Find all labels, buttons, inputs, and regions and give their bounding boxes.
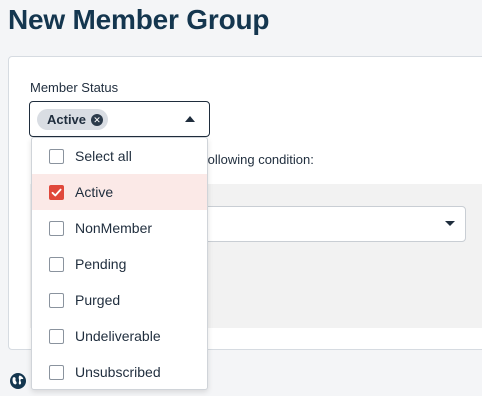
option-select-all[interactable]: Select all [32,138,207,174]
option-nonmember[interactable]: NonMember [32,210,207,246]
option-label: Select all [75,148,132,164]
option-label: Undeliverable [75,328,161,344]
status-chip: Active ✕ [37,109,109,130]
checkmark-icon [51,188,62,196]
option-undeliverable[interactable]: Undeliverable [32,318,207,354]
member-status-label: Member Status [30,80,119,95]
condition-text: following condition: [204,152,314,167]
checkbox-icon[interactable] [49,220,64,236]
option-label: Pending [75,256,127,272]
option-label: Purged [75,292,121,308]
option-label: Unsubscribed [75,364,161,380]
option-pending[interactable]: Pending [32,246,207,282]
member-status-select[interactable]: Active ✕ [29,101,210,137]
close-circle-icon[interactable]: ✕ [91,113,104,126]
status-chip-label: Active [47,112,87,127]
option-label: NonMember [75,220,153,236]
checkbox-icon[interactable] [49,328,64,344]
checkbox-icon[interactable] [49,148,64,164]
option-label: Active [75,184,114,200]
caret-down-icon[interactable] [445,221,455,226]
option-purged[interactable]: Purged [32,282,207,318]
member-status-dropdown: Select all Active NonMember Pending Purg… [31,137,208,390]
option-active[interactable]: Active [32,174,207,210]
caret-up-icon[interactable] [185,116,195,122]
checkbox-icon[interactable] [49,292,64,308]
option-unsubscribed[interactable]: Unsubscribed [32,354,207,390]
condition-select[interactable] [200,206,466,242]
checkbox-icon[interactable] [49,256,64,272]
checkbox-checked-icon[interactable] [49,184,64,200]
page-title: New Member Group [8,4,270,35]
checkbox-icon[interactable] [49,364,64,380]
globe-icon[interactable] [9,372,27,390]
